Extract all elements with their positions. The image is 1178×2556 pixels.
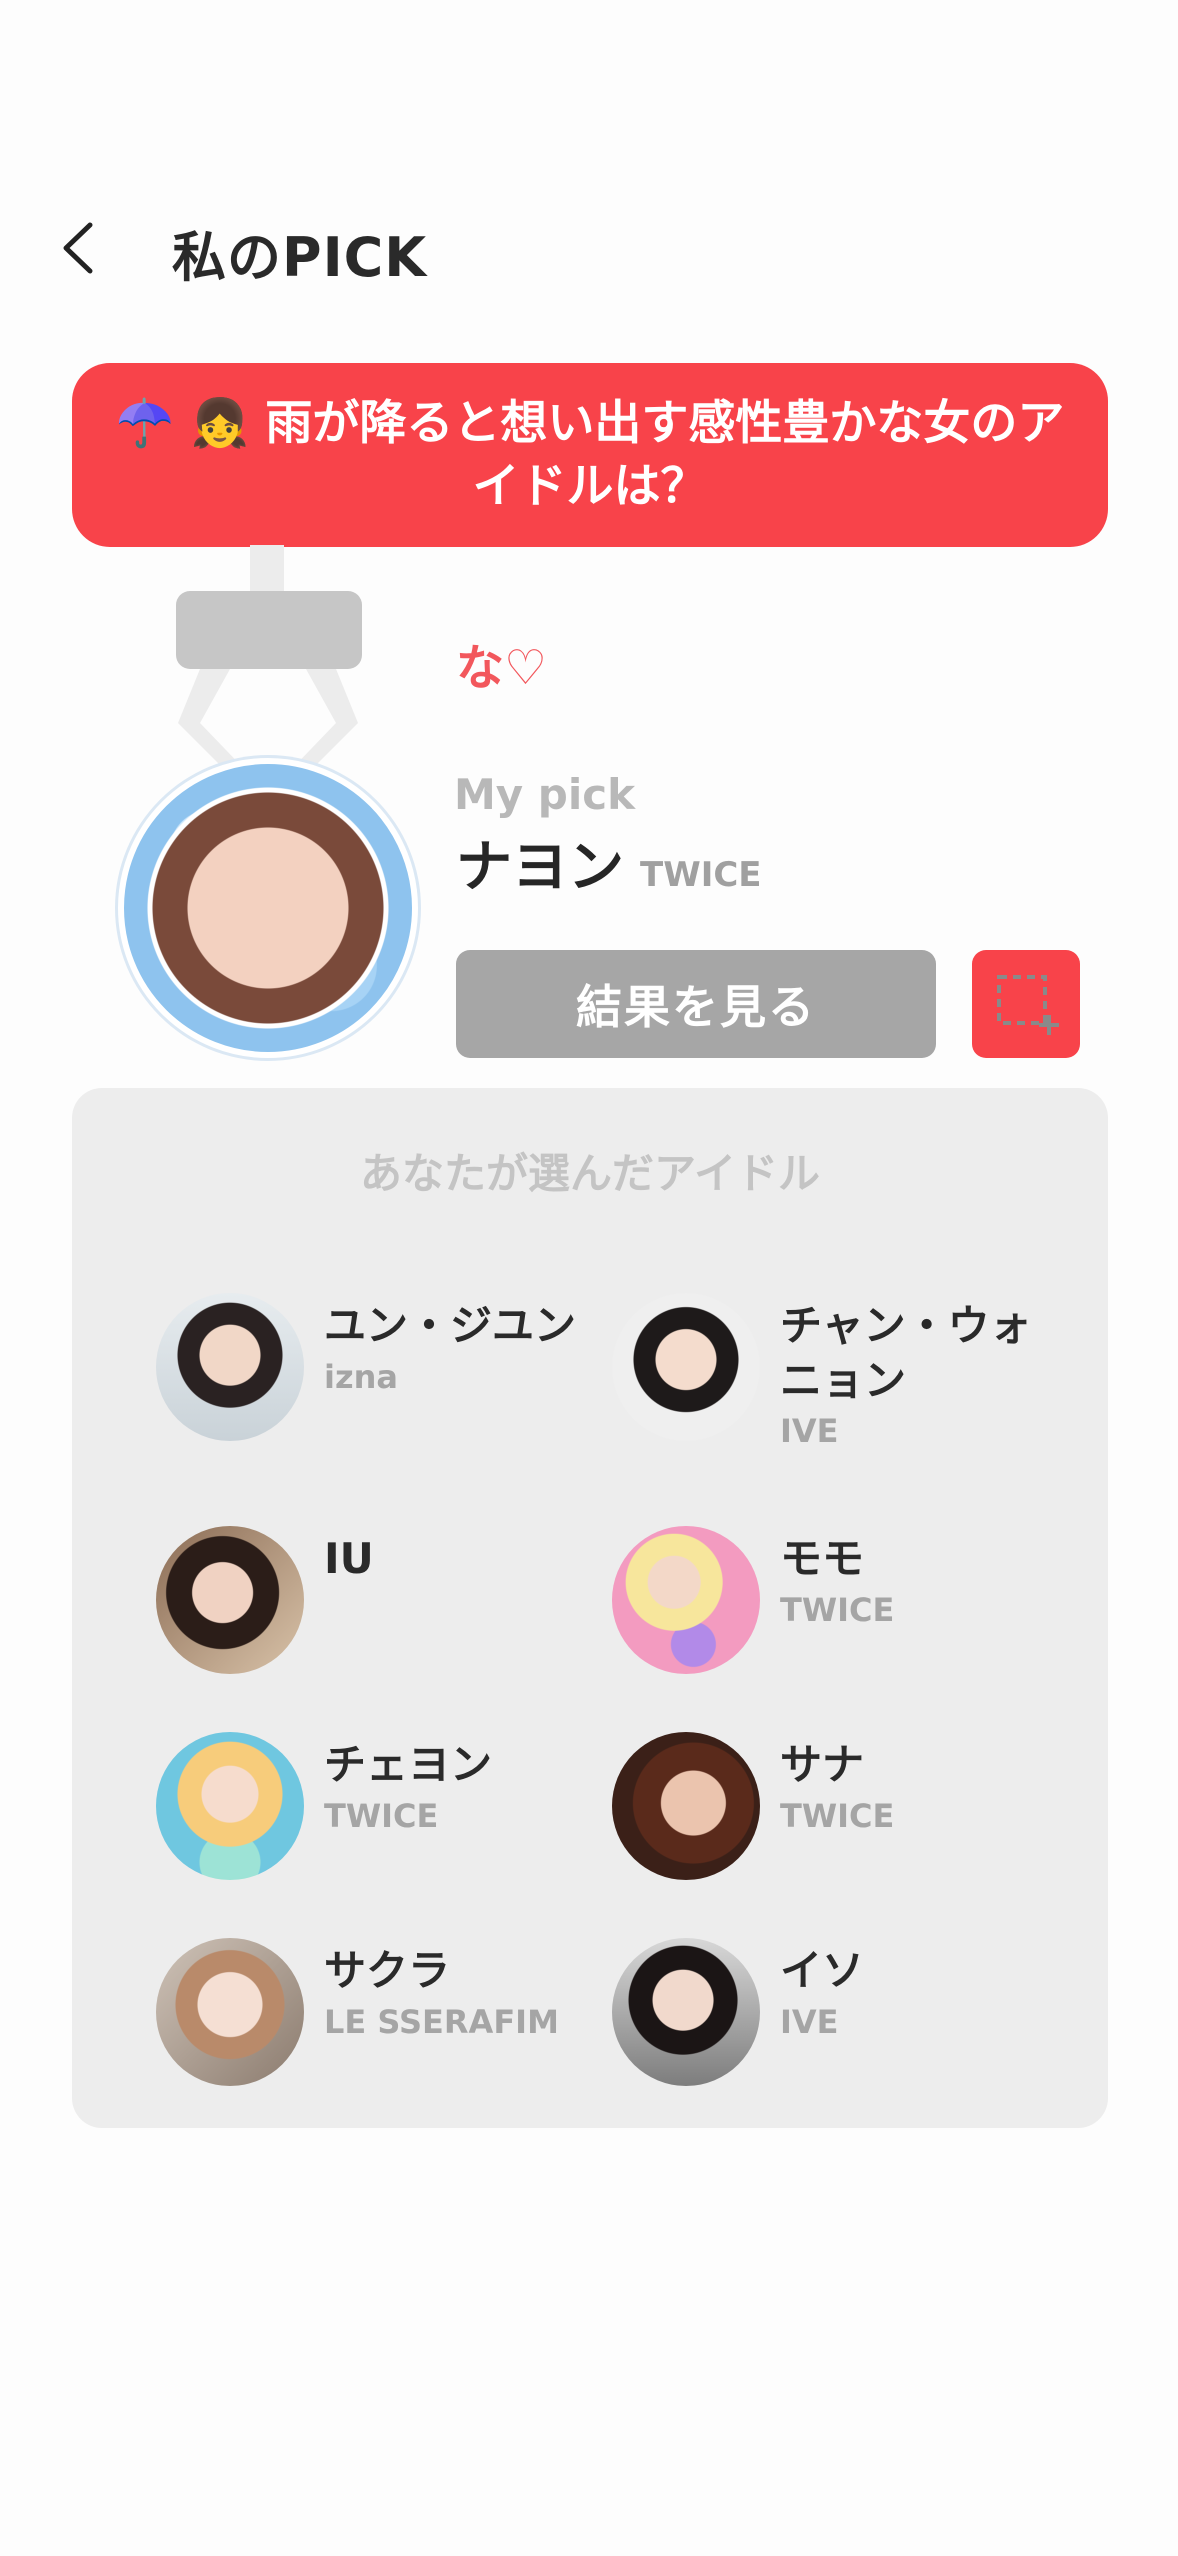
idol-group: IVE [780, 2002, 839, 2041]
my-pick-name-row: ナヨン TWICE [456, 822, 762, 903]
idol-avatar [156, 1938, 304, 2086]
idol-group: LE SSERAFIM [324, 2002, 559, 2041]
idol-avatar [612, 1526, 760, 1674]
idol-group: TWICE [780, 1590, 895, 1629]
idol-name: サクラ [324, 1946, 451, 1995]
screenshot-crop-icon [997, 975, 1059, 1035]
page-title: 私のPICK [172, 226, 428, 289]
idol-name: IU [324, 1534, 374, 1583]
idol-item[interactable]: イソ IVE [612, 1938, 1082, 2098]
header-bar: 私のPICK [0, 195, 1178, 295]
back-button[interactable] [52, 207, 122, 287]
my-pick-group: TWICE [640, 855, 762, 895]
idol-name: ユン・ジユン [324, 1301, 577, 1350]
idol-group: TWICE [780, 1796, 895, 1835]
idol-name: サナ [780, 1740, 865, 1789]
idol-name: チェヨン [324, 1740, 493, 1789]
view-results-button[interactable]: 結果を見る [456, 950, 936, 1058]
my-pick-name: ナヨン [456, 835, 624, 900]
idol-item[interactable]: サクラ LE SSERAFIM [156, 1938, 626, 2098]
idol-avatar [612, 1938, 760, 2086]
idol-item[interactable]: チャン・ウォニョン IVE [612, 1293, 1082, 1453]
my-pick-label: My pick [454, 770, 636, 819]
selected-idols-title: あなたが選んだアイドル [360, 1149, 820, 1198]
idol-avatar [156, 1732, 304, 1880]
idol-item[interactable]: チェヨン TWICE [156, 1732, 626, 1892]
question-banner: ☂️ 👧 雨が降ると想い出す感性豊かな女のアイドルは？ [72, 363, 1108, 547]
idol-avatar [156, 1293, 304, 1441]
capture-button[interactable] [972, 950, 1080, 1058]
idol-avatar [612, 1293, 760, 1441]
my-pick-photo [118, 758, 418, 1058]
idol-item[interactable]: サナ TWICE [612, 1732, 1082, 1892]
selected-idols-panel: あなたが選んだアイドル ユン・ジユン izna チャン・ウォニョン IVE IU… [72, 1088, 1108, 2128]
pick-comment: な♡ [456, 628, 547, 698]
pick-comment-text: な [456, 640, 505, 696]
idol-item[interactable]: IU [156, 1526, 626, 1686]
heart-icon: ♡ [504, 640, 548, 696]
idol-item[interactable]: モモ TWICE [612, 1526, 1082, 1686]
chevron-left-icon [63, 222, 93, 274]
idol-group: TWICE [324, 1796, 439, 1835]
idol-group: IVE [780, 1412, 839, 1451]
idol-item[interactable]: ユン・ジユン izna [156, 1293, 626, 1453]
idol-group: izna [324, 1357, 398, 1396]
idol-name: チャン・ウォニョン [780, 1301, 1032, 1405]
idol-avatar [156, 1526, 304, 1674]
idol-name: イソ [780, 1946, 865, 1995]
idol-avatar [612, 1732, 760, 1880]
question-text: ☂️ 👧 雨が降ると想い出す感性豊かな女のアイドルは？ [115, 395, 1065, 514]
idol-name: モモ [780, 1534, 865, 1583]
